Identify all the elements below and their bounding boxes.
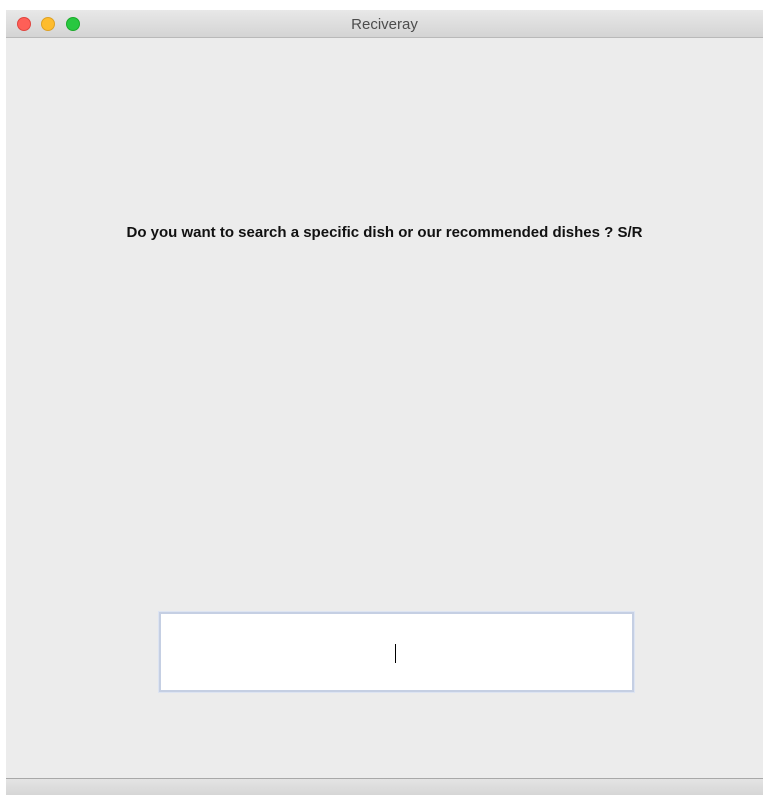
main-content: Do you want to search a specific dish or…: [6, 38, 763, 778]
bottom-bar: [6, 778, 763, 795]
title-bar[interactable]: Reciveray: [6, 10, 763, 38]
text-cursor: [395, 644, 396, 663]
question-prompt: Do you want to search a specific dish or…: [126, 224, 643, 241]
app-window: Reciveray Do you want to search a specif…: [6, 10, 763, 795]
answer-input[interactable]: [159, 612, 634, 692]
window-title: Reciveray: [351, 16, 418, 33]
